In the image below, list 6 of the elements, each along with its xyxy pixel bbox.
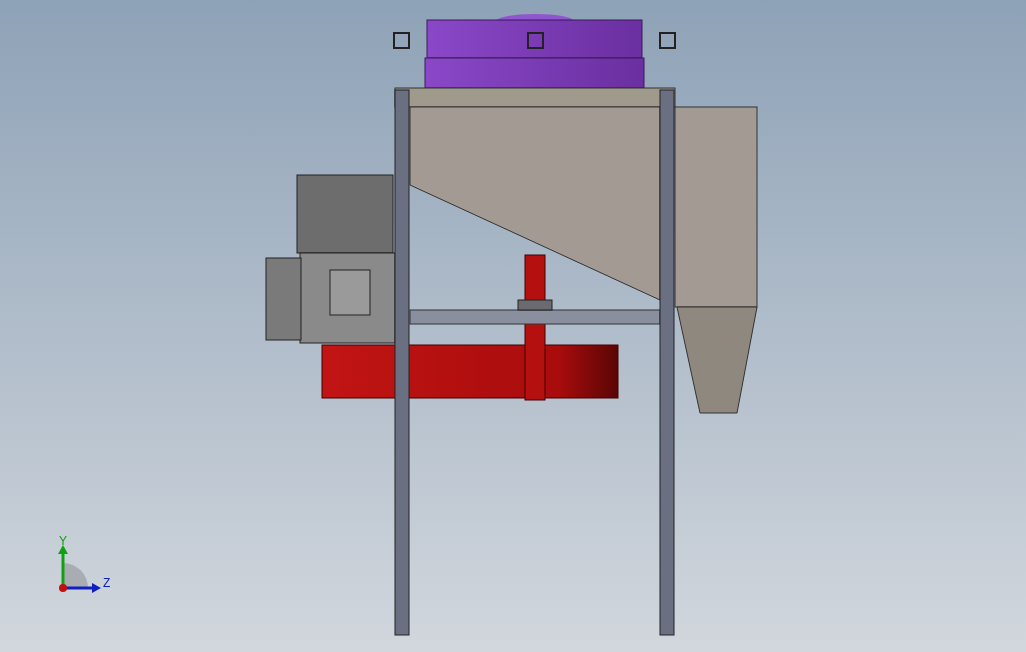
- z-axis-label: Z: [103, 576, 111, 590]
- handle-icon[interactable]: [527, 32, 544, 49]
- y-axis-label: Y: [59, 534, 67, 548]
- handle-icon[interactable]: [659, 32, 676, 49]
- handle-icon[interactable]: [393, 32, 410, 49]
- axis-triad-drawing: [58, 545, 101, 593]
